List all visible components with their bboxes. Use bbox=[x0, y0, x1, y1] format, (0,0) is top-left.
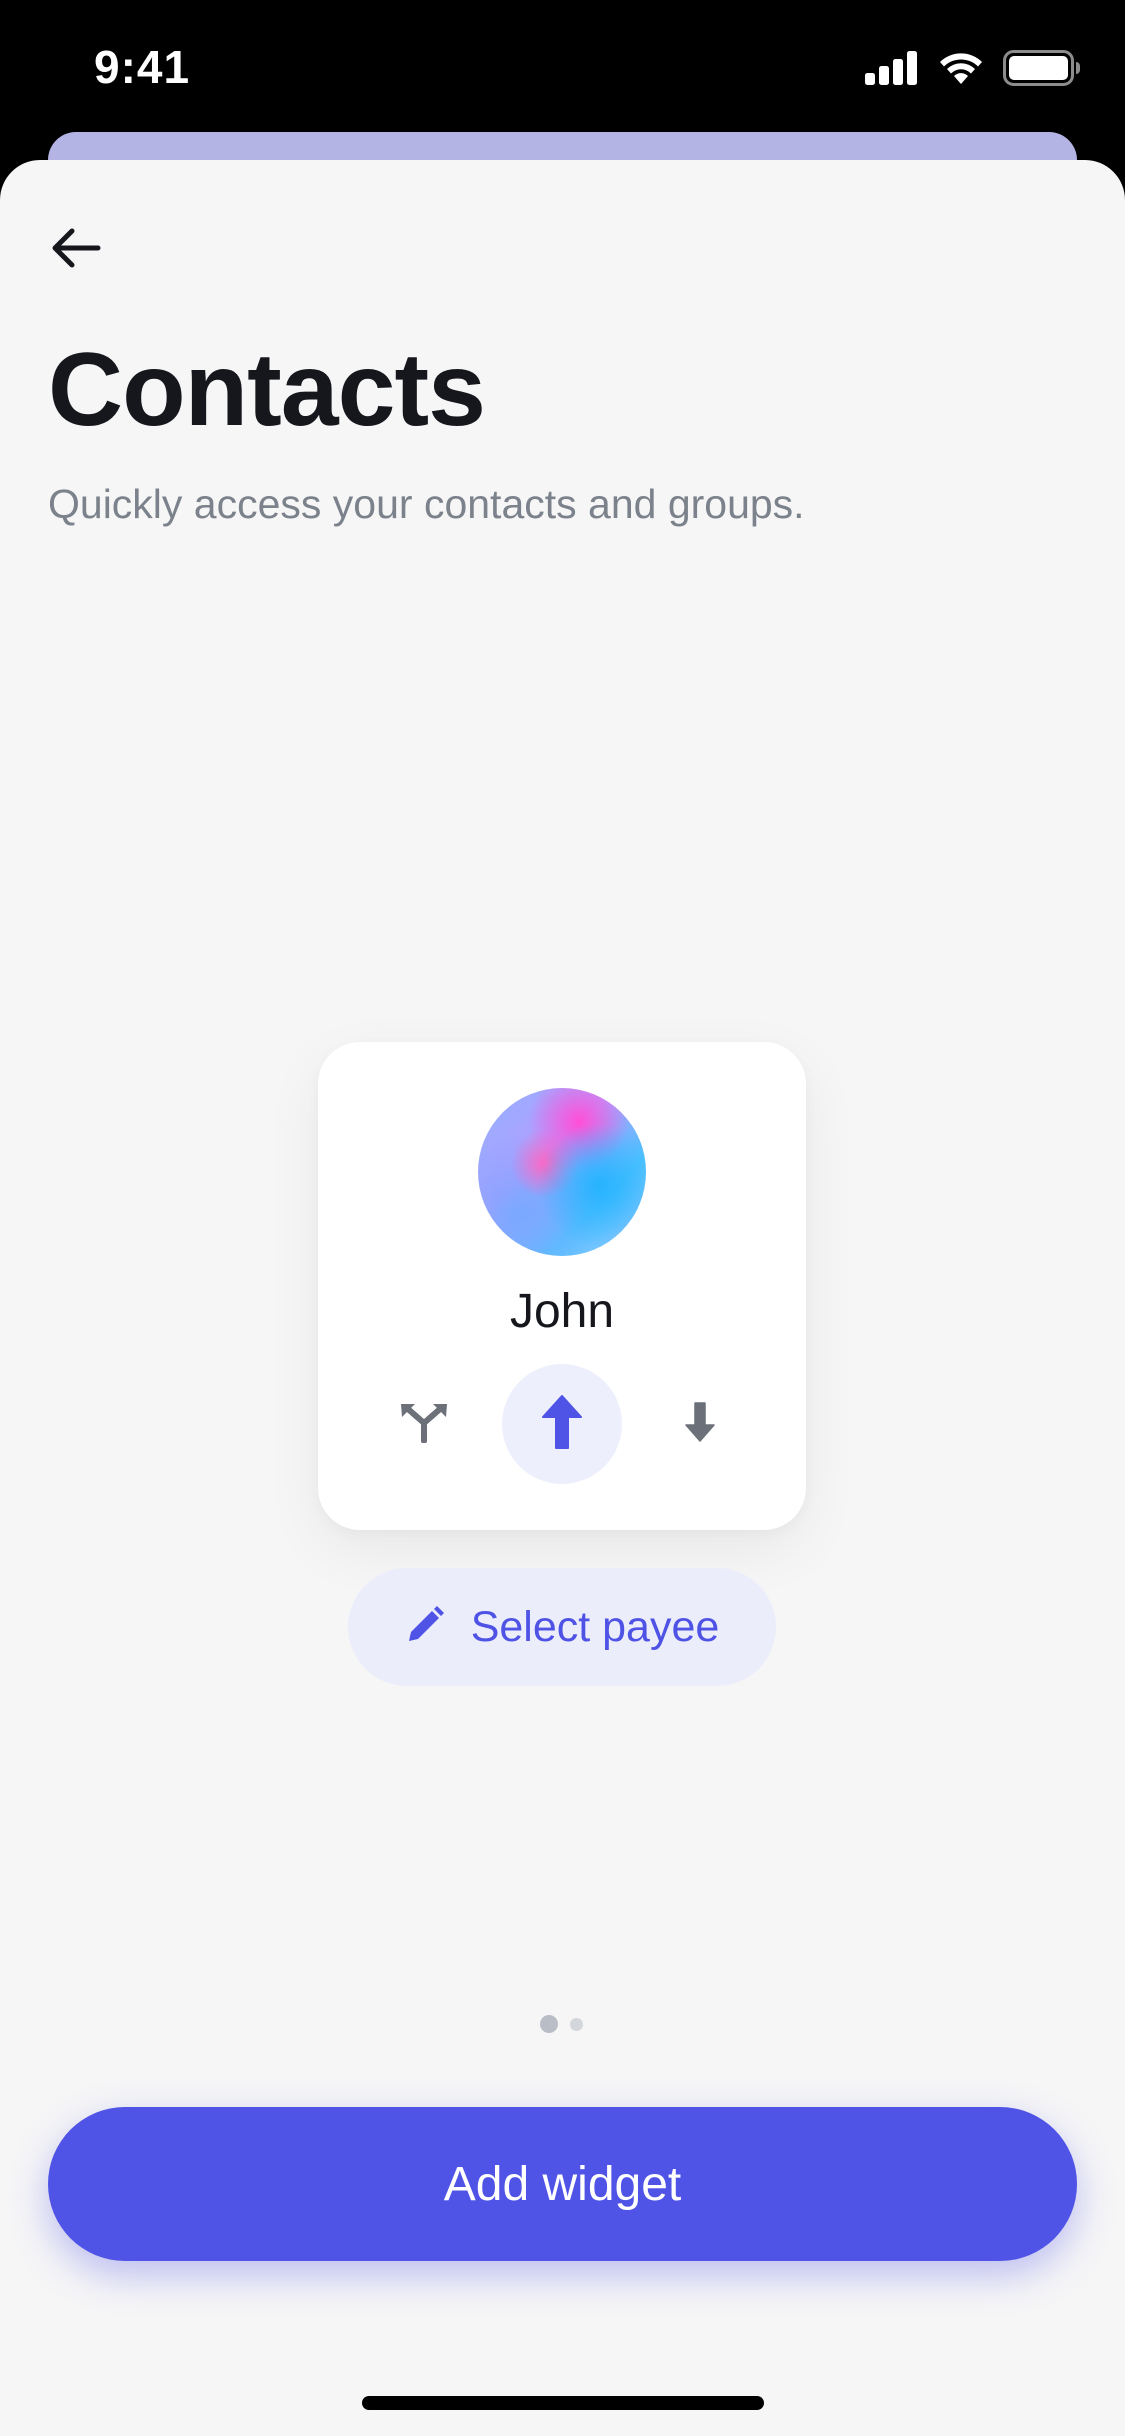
contact-widget-preview[interactable]: John bbox=[318, 1042, 806, 1530]
contact-actions bbox=[318, 1364, 806, 1484]
split-button[interactable] bbox=[364, 1364, 484, 1484]
select-payee-label: Select payee bbox=[470, 1602, 720, 1651]
request-button[interactable] bbox=[640, 1364, 760, 1484]
wifi-icon bbox=[937, 50, 985, 91]
page-indicator bbox=[540, 2015, 583, 2033]
battery-icon bbox=[1003, 49, 1081, 91]
back-button[interactable] bbox=[36, 210, 116, 290]
page-dot-active bbox=[540, 2015, 558, 2033]
status-time: 9:41 bbox=[94, 41, 191, 93]
status-bar: 9:41 bbox=[0, 0, 1125, 135]
avatar bbox=[478, 1088, 646, 1256]
send-button[interactable] bbox=[502, 1364, 622, 1484]
widget-setup-sheet: Contacts Quickly access your contacts an… bbox=[0, 160, 1125, 2436]
cellular-signal-icon bbox=[865, 50, 919, 90]
pencil-icon bbox=[405, 1605, 445, 1650]
select-payee-button[interactable]: Select payee bbox=[348, 1568, 776, 1686]
phone-screen: 9:41 Contacts Quickly access your contac… bbox=[0, 0, 1125, 2436]
page-subtitle: Quickly access your contacts and groups. bbox=[48, 481, 805, 527]
add-widget-button[interactable]: Add widget bbox=[48, 2107, 1077, 2261]
add-widget-label: Add widget bbox=[443, 2157, 682, 2211]
page-dot-inactive bbox=[570, 2017, 583, 2031]
page-title: Contacts bbox=[48, 332, 486, 448]
contact-name: John bbox=[509, 1285, 615, 1338]
arrow-down-icon bbox=[684, 1401, 716, 1448]
arrow-up-icon bbox=[540, 1393, 584, 1456]
home-indicator bbox=[362, 2396, 764, 2410]
split-arrows-icon bbox=[399, 1401, 449, 1448]
status-icons bbox=[865, 49, 1081, 91]
arrow-left-icon bbox=[46, 223, 106, 278]
